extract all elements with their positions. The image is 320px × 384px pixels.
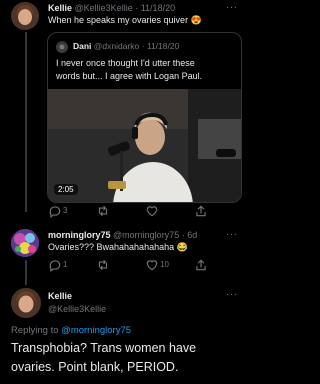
avatar[interactable]	[11, 2, 39, 30]
video-player[interactable]: 2:05	[48, 89, 241, 202]
avatar[interactable]	[11, 288, 41, 318]
quoted-tweet[interactable]: Dani @dxnidarko · 11/18/20 I never once …	[47, 32, 242, 203]
quoted-tweet-text: I never once thought I'd utter these	[56, 58, 195, 68]
share-icon[interactable]	[194, 204, 208, 218]
tweet-header: Kellie @Kellie3Kellie · 11/18/20	[48, 3, 175, 13]
tweet-date[interactable]: · 6d	[182, 230, 198, 240]
user-handle[interactable]: @Kellie3Kellie	[48, 304, 106, 314]
tweet-text: When he speaks my ovaries quiver 😍	[48, 15, 202, 25]
avatar-photo	[11, 2, 39, 30]
replying-to-link[interactable]: @morninglory75	[61, 325, 131, 336]
display-name[interactable]: Kellie	[48, 3, 72, 13]
user-handle[interactable]: @Kellie3Kellie	[75, 3, 133, 13]
more-options-icon[interactable]: ···	[226, 229, 238, 240]
display-name[interactable]: Kellie	[48, 291, 72, 301]
tweet-date[interactable]: · 11/18/20	[135, 3, 175, 13]
quoted-tweet-text: words but... I agree with Logan Paul.	[56, 71, 203, 81]
replying-to-label: Replying to	[11, 325, 62, 336]
reply-icon[interactable]	[48, 204, 62, 218]
avatar	[56, 41, 68, 53]
like-icon[interactable]	[145, 204, 159, 218]
avatar[interactable]	[11, 229, 39, 257]
reply-icon[interactable]	[48, 258, 62, 272]
like-count: 10	[160, 260, 169, 269]
avatar-photo	[11, 288, 41, 318]
thread-line	[25, 260, 27, 285]
tweet-date: · 11/18/20	[141, 41, 180, 51]
display-name: Dani	[73, 41, 92, 51]
reply-count: 1	[63, 260, 68, 269]
like-icon[interactable]	[145, 258, 159, 272]
replying-to: Replying to @morninglory75	[11, 325, 131, 336]
tweet-text: Transphobia? Trans women have	[11, 341, 197, 355]
more-options-icon[interactable]: ···	[226, 2, 238, 13]
avatar-photo	[11, 229, 39, 257]
tweet-header: morninglory75 @morninglory75 · 6d	[48, 230, 197, 240]
retweet-icon[interactable]	[96, 204, 110, 218]
reply-count: 3	[63, 206, 68, 215]
thread-line	[25, 32, 27, 212]
video-duration: 2:05	[54, 184, 78, 195]
retweet-icon[interactable]	[96, 258, 110, 272]
display-name[interactable]: morninglory75	[48, 230, 111, 240]
tweet-text: ovaries. Point blank, PERIOD.	[11, 360, 179, 374]
share-icon[interactable]	[194, 258, 208, 272]
user-handle: @dxnidarko	[93, 41, 140, 51]
user-handle[interactable]: @morninglory75	[113, 230, 179, 240]
quoted-tweet-header: Dani @dxnidarko · 11/18/20	[73, 41, 179, 51]
more-options-icon[interactable]: ···	[226, 289, 238, 300]
tweet-text: Ovaries??? Bwahahahahahaha 😂	[48, 242, 188, 252]
